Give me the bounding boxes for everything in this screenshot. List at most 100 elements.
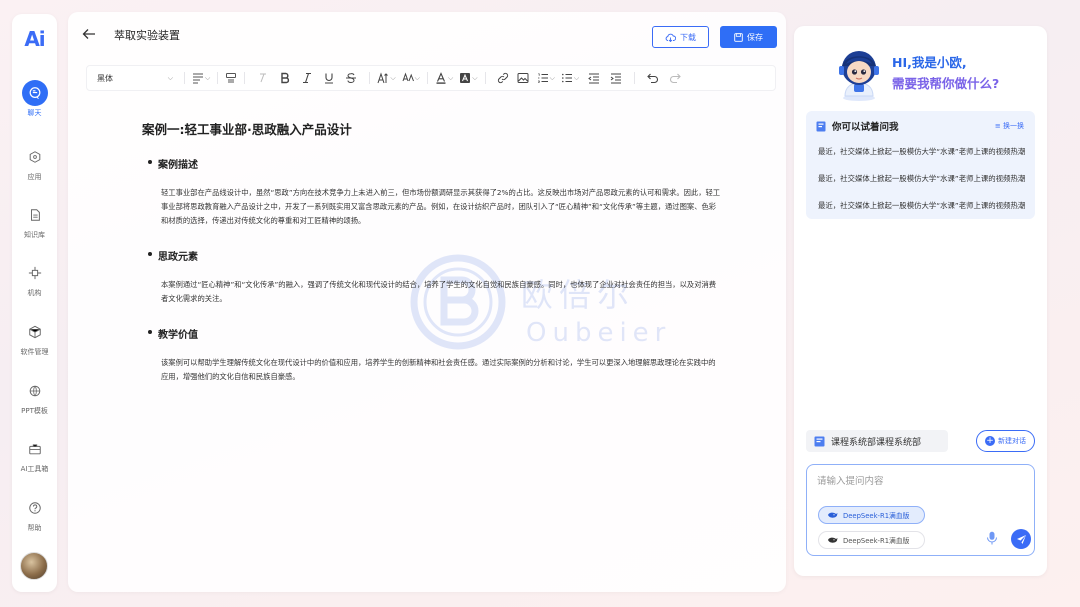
save-button[interactable]: 保存	[720, 26, 777, 48]
undo-button[interactable]	[642, 69, 664, 87]
font-color-button[interactable]: ⌵	[435, 69, 453, 87]
toolbar-divider	[369, 72, 371, 84]
chat-icon	[21, 80, 48, 106]
format-painter-icon	[226, 73, 237, 83]
organization-icon	[22, 260, 48, 286]
chat-input[interactable]	[817, 473, 1022, 489]
model-label: DeepSeek-R1满血版	[843, 512, 910, 520]
chevron-down-icon: ⌵	[167, 73, 173, 82]
image-icon	[517, 73, 529, 83]
nav-item-chat[interactable]: 聊天	[12, 80, 57, 118]
course-label: 课程系统部课程系统部	[831, 437, 922, 448]
microphone-icon[interactable]	[986, 531, 998, 545]
italic-button[interactable]	[296, 69, 318, 87]
new-chat-label: 新建对话	[998, 437, 1026, 445]
course-book-icon	[814, 436, 825, 446]
nav-item-software[interactable]: 软件管理	[12, 319, 57, 357]
cloud-download-icon	[665, 33, 676, 42]
insert-link-button[interactable]	[493, 69, 513, 87]
nav-item-knowledge-base[interactable]: 知识库	[12, 202, 57, 240]
format-toolbar: 黑体 ⌵ ⌵ ⌵ ⌵ ⌵ ⌵ ⌵ ⌵	[86, 65, 776, 91]
clear-format-button[interactable]	[252, 69, 274, 87]
apps-icon	[22, 144, 48, 170]
indent-decrease-button[interactable]	[583, 69, 605, 87]
save-icon	[734, 32, 743, 42]
chevron-down-icon: ⌵	[472, 73, 478, 82]
nav-item-toolbox[interactable]: AI工具箱	[12, 436, 57, 474]
editor-panel: 萃取实验装置 下载 保存 黑体 ⌵ ⌵ ⌵ ⌵ ⌵ ⌵ ⌵ ⌵ 欧倍尔 Oube…	[68, 12, 786, 592]
bold-button[interactable]	[274, 69, 296, 87]
suggested-question[interactable]: 最近，社交媒体上掀起一股模仿大学“水课”老师上课的视频热潮	[818, 200, 1030, 211]
back-arrow-icon[interactable]	[82, 27, 96, 41]
software-icon	[22, 319, 48, 345]
chevron-down-icon: ⌵	[390, 73, 396, 82]
deepseek-whale-icon	[828, 537, 838, 543]
greeting: HI,我是小欧, 需要我帮你做什么?	[892, 52, 999, 94]
assistant-panel: HI,我是小欧, 需要我帮你做什么? 你可以试着问我 ≡ 换一换 最近，社交媒体…	[794, 26, 1047, 576]
save-label: 保存	[747, 32, 763, 42]
suggested-questions: 你可以试着问我 ≡ 换一换 最近，社交媒体上掀起一股模仿大学“水课”老师上课的视…	[806, 111, 1035, 219]
chevron-down-icon: ⌵	[414, 73, 420, 82]
suggest-header: 你可以试着问我	[816, 119, 899, 133]
plus-icon: +	[985, 436, 995, 446]
letter-spacing-button[interactable]: ⌵	[402, 69, 420, 87]
suggested-question[interactable]: 最近，社交媒体上掀起一股模仿大学“水课”老师上课的视频热潮	[818, 146, 1030, 157]
toolbar-divider	[634, 72, 636, 84]
strikethrough-button[interactable]	[340, 69, 362, 87]
paragraph-format-button[interactable]: ⌵	[192, 69, 210, 87]
nav-label: 机构	[27, 289, 42, 297]
nav-item-organization[interactable]: 机构	[12, 260, 57, 298]
book-icon	[816, 121, 826, 131]
send-button[interactable]	[1011, 529, 1031, 549]
help-icon	[22, 495, 48, 521]
clear-format-icon	[260, 73, 267, 83]
redo-button[interactable]	[664, 69, 686, 87]
suggest-title: 你可以试着问我	[832, 122, 899, 133]
send-icon	[1016, 534, 1026, 544]
nav-label: 帮助	[27, 524, 42, 532]
paragraph-icon	[193, 73, 203, 84]
document-body[interactable]: 案例一:轻工事业部·思政融入产品设计 案例描述 轻工事业部在产品线设计中，虽然“…	[142, 119, 732, 396]
app-logo: Ai	[24, 26, 45, 51]
section-paragraph: 该案例可以帮助学生理解传统文化在现代设计中的价值和应用，培养学生的创新精神和社会…	[161, 358, 716, 381]
nav-item-ppt-template[interactable]: PPT模板	[12, 378, 57, 416]
font-family-select[interactable]: 黑体 ⌵	[97, 69, 177, 87]
toolbox-icon	[22, 436, 48, 462]
toolbar-divider	[244, 72, 246, 84]
insert-image-button[interactable]	[513, 69, 533, 87]
nav-item-help[interactable]: 帮助	[12, 495, 57, 533]
underline-icon	[325, 73, 334, 84]
italic-icon	[303, 72, 312, 84]
bullet-list-button[interactable]: ⌵	[561, 69, 579, 87]
nav-label: PPT模板	[21, 407, 48, 415]
chevron-down-icon: ⌵	[447, 73, 454, 82]
course-selector-button[interactable]: 课程系统部课程系统部	[806, 430, 948, 452]
letter-spacing-icon	[402, 72, 414, 82]
document-heading: 案例一:轻工事业部·思政融入产品设计	[142, 122, 352, 137]
chevron-down-icon: ⌵	[573, 73, 580, 82]
format-painter-button[interactable]	[225, 69, 237, 87]
nav-label: AI工具箱	[20, 465, 49, 473]
nav-label: 知识库	[24, 231, 45, 239]
chevron-down-icon: ⌵	[205, 73, 211, 82]
chat-input-box: DeepSeek-R1满血版 DeepSeek-R1满血版	[806, 464, 1035, 556]
user-avatar[interactable]	[20, 552, 48, 580]
toolbar-divider	[426, 72, 428, 84]
model-option[interactable]: DeepSeek-R1满血版	[818, 531, 925, 549]
model-option-selected[interactable]: DeepSeek-R1满血版	[818, 506, 925, 524]
toolbar-divider	[217, 72, 219, 84]
strikethrough-icon	[346, 73, 357, 84]
font-size-button[interactable]: ⌵	[377, 69, 396, 87]
refresh-suggestions-button[interactable]: ≡ 换一换	[995, 121, 1024, 131]
download-button[interactable]: 下载	[652, 26, 709, 48]
link-icon	[497, 72, 508, 84]
indent-icon	[610, 73, 622, 84]
highlight-color-button[interactable]: ⌵	[459, 69, 478, 87]
suggested-question[interactable]: 最近，社交媒体上掀起一股模仿大学“水课”老师上课的视频热潮	[818, 173, 1030, 184]
new-chat-button[interactable]: + 新建对话	[976, 430, 1035, 452]
toolbar-divider	[184, 72, 185, 84]
underline-button[interactable]	[318, 69, 340, 87]
nav-item-apps[interactable]: 应用	[12, 144, 57, 182]
ordered-list-button[interactable]: ⌵	[537, 69, 555, 87]
indent-increase-button[interactable]	[605, 69, 627, 87]
